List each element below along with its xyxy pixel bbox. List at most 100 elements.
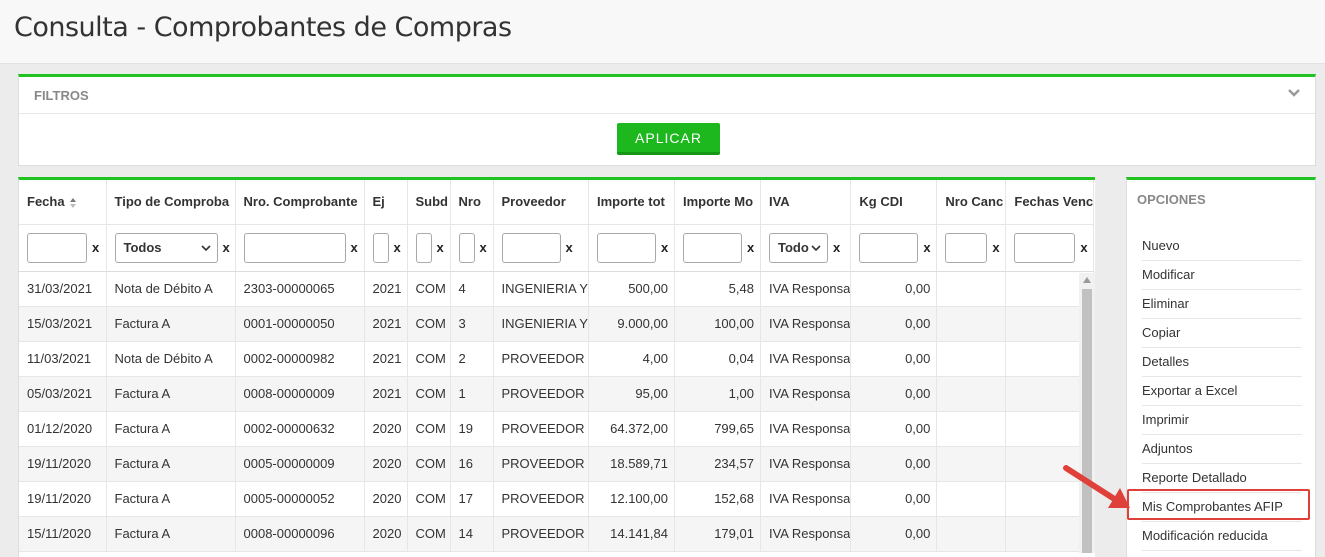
scroll-up-icon[interactable] bbox=[1083, 277, 1091, 283]
tipo-filter-select[interactable]: Todos bbox=[114, 232, 218, 263]
option-nuevo[interactable]: Nuevo bbox=[1142, 232, 1302, 261]
table-cell: 799,65 bbox=[674, 411, 761, 447]
table-cell: 0001-00000050 bbox=[235, 306, 365, 342]
clear-filter-button[interactable]: x bbox=[480, 240, 487, 255]
column-header-importe-moneda[interactable]: Importe Mo bbox=[674, 180, 761, 225]
table-cell: 19/11/2020 bbox=[19, 481, 107, 517]
option-imprimir[interactable]: Imprimir bbox=[1142, 406, 1302, 435]
importe-total-filter-input[interactable] bbox=[596, 232, 656, 263]
table-cell: 0005-00000052 bbox=[235, 481, 365, 517]
table-cell: PROVEEDOR bbox=[493, 376, 589, 412]
clear-filter-button[interactable]: x bbox=[437, 240, 444, 255]
table-cell bbox=[936, 306, 1007, 342]
table-cell: Factura A bbox=[106, 306, 236, 342]
table-cell: Factura A bbox=[106, 376, 236, 412]
table-cell: 14.141,84 bbox=[588, 516, 675, 552]
filters-header[interactable]: FILTROS bbox=[19, 77, 1315, 114]
table-cell: IVA Responsa bbox=[760, 341, 852, 377]
clear-filter-button[interactable]: x bbox=[394, 240, 401, 255]
importe-moneda-filter-input[interactable] bbox=[682, 232, 742, 263]
column-header-iva[interactable]: IVA bbox=[760, 180, 852, 225]
option-exportar-a-excel[interactable]: Exportar a Excel bbox=[1142, 377, 1302, 406]
filters-title: FILTROS bbox=[34, 88, 89, 103]
table-cell bbox=[936, 376, 1007, 412]
apply-button[interactable]: APLICAR bbox=[617, 123, 720, 155]
table-cell: IVA Responsa bbox=[760, 516, 852, 552]
column-header-nro-canc[interactable]: Nro Canc bbox=[936, 180, 1007, 225]
table-cell: 14 bbox=[450, 516, 494, 552]
table-cell: 0008-00000009 bbox=[235, 376, 365, 412]
subd-filter-input[interactable] bbox=[415, 232, 432, 263]
table-cell: 5,48 bbox=[674, 271, 761, 307]
table-cell: INGENIERIA Y bbox=[493, 306, 589, 342]
column-header-proveedor[interactable]: Proveedor bbox=[493, 180, 589, 225]
table-cell: IVA Responsa bbox=[760, 481, 852, 517]
column-header-fecha[interactable]: Fecha bbox=[19, 180, 107, 225]
chevron-down-icon[interactable] bbox=[1287, 86, 1301, 100]
fechas-venc-filter-input[interactable] bbox=[1014, 232, 1076, 263]
table-cell: 2303-00000065 bbox=[235, 271, 365, 307]
table-row[interactable]: 01/12/2020 Factura A 0002-00000632 2020 COM 1… bbox=[19, 411, 1095, 447]
table-cell: IVA Responsa bbox=[760, 411, 852, 447]
clear-filter-button[interactable]: x bbox=[351, 240, 358, 255]
nro-comprobante-filter-input[interactable] bbox=[243, 232, 346, 263]
option-modificar[interactable]: Modificar bbox=[1142, 261, 1302, 290]
nro-filter-input[interactable] bbox=[458, 232, 475, 263]
column-header-ej[interactable]: Ej bbox=[364, 180, 408, 225]
iva-filter-select[interactable]: Todo bbox=[768, 232, 828, 263]
table-row[interactable]: 19/11/2020 Factura A 0005-00000052 2020 COM 1… bbox=[19, 481, 1095, 517]
table-cell: 2021 bbox=[364, 376, 408, 412]
option-detalles[interactable]: Detalles bbox=[1142, 348, 1302, 377]
ej-filter-input[interactable] bbox=[372, 232, 389, 263]
column-header-subd[interactable]: Subd bbox=[407, 180, 451, 225]
column-header-nro-comprobante[interactable]: Nro. Comprobante bbox=[235, 180, 365, 225]
clear-filter-button[interactable]: x bbox=[923, 240, 930, 255]
table-cell: COM bbox=[407, 411, 451, 447]
clear-filter-button[interactable]: x bbox=[223, 240, 230, 255]
option-copiar[interactable]: Copiar bbox=[1142, 319, 1302, 348]
table-cell: PROVEEDOR bbox=[493, 516, 589, 552]
table-cell: 01/12/2020 bbox=[19, 411, 107, 447]
table-row[interactable]: 05/03/2021 Factura A 0008-00000009 2021 COM 1… bbox=[19, 376, 1095, 412]
proveedor-filter-input[interactable] bbox=[501, 232, 561, 263]
table-row[interactable]: 15/03/2021 Factura A 0001-00000050 2021 COM 3… bbox=[19, 306, 1095, 342]
red-arrow-icon bbox=[1063, 465, 1130, 508]
sort-icon bbox=[69, 197, 76, 208]
clear-filter-button[interactable]: x bbox=[566, 240, 573, 255]
table-row[interactable]: 15/11/2020 Factura A 0008-00000096 2020 COM 1… bbox=[19, 516, 1095, 552]
table-row[interactable]: 31/03/2021 Nota de Débito A 2303-00000065 2… bbox=[19, 271, 1095, 307]
table-cell: 179,01 bbox=[674, 516, 761, 552]
kg-cdi-filter-input[interactable] bbox=[859, 232, 919, 263]
table-cell: PROVEEDOR bbox=[493, 481, 589, 517]
fecha-filter-input[interactable] bbox=[27, 232, 87, 263]
clear-filter-button[interactable]: x bbox=[661, 240, 668, 255]
table-cell: COM bbox=[407, 341, 451, 377]
table-cell: 234,57 bbox=[674, 446, 761, 482]
table-cell bbox=[936, 516, 1007, 552]
clear-filter-button[interactable]: x bbox=[92, 240, 99, 255]
table-cell: 19/11/2020 bbox=[19, 446, 107, 482]
clear-filter-button[interactable]: x bbox=[992, 240, 999, 255]
column-header-tipo[interactable]: Tipo de Comproba bbox=[106, 180, 236, 225]
option-eliminar[interactable]: Eliminar bbox=[1142, 290, 1302, 319]
option-adjuntos[interactable]: Adjuntos bbox=[1142, 435, 1302, 464]
clear-filter-button[interactable]: x bbox=[747, 240, 754, 255]
table-row[interactable]: 11/03/2021 Nota de Débito A 0002-00000982 2… bbox=[19, 341, 1095, 377]
table-cell: 100,00 bbox=[674, 306, 761, 342]
option-modificacion-reducida[interactable]: Modificación reducida bbox=[1142, 522, 1302, 551]
clear-filter-button[interactable]: x bbox=[1080, 240, 1087, 255]
table-row[interactable]: 19/11/2020 Factura A 0005-00000009 2020 COM 1… bbox=[19, 446, 1095, 482]
table-cell: PROVEEDOR bbox=[493, 411, 589, 447]
table-cell: IVA Responsa bbox=[760, 376, 852, 412]
table-cell: 64.372,00 bbox=[588, 411, 675, 447]
table-cell: 0,00 bbox=[850, 481, 938, 517]
clear-filter-button[interactable]: x bbox=[833, 240, 840, 255]
column-header-kg-cdi[interactable]: Kg CDI bbox=[850, 180, 938, 225]
column-header-fechas-venc[interactable]: Fechas Venc bbox=[1005, 180, 1095, 225]
nro-canc-filter-input[interactable] bbox=[945, 232, 988, 263]
chevron-down-icon bbox=[200, 244, 211, 251]
table-cell: 4 bbox=[450, 271, 494, 307]
column-header-nro[interactable]: Nro bbox=[450, 180, 494, 225]
column-header-importe-total[interactable]: Importe tot bbox=[588, 180, 675, 225]
page-title: Consulta - Comprobantes de Compras bbox=[14, 12, 512, 43]
